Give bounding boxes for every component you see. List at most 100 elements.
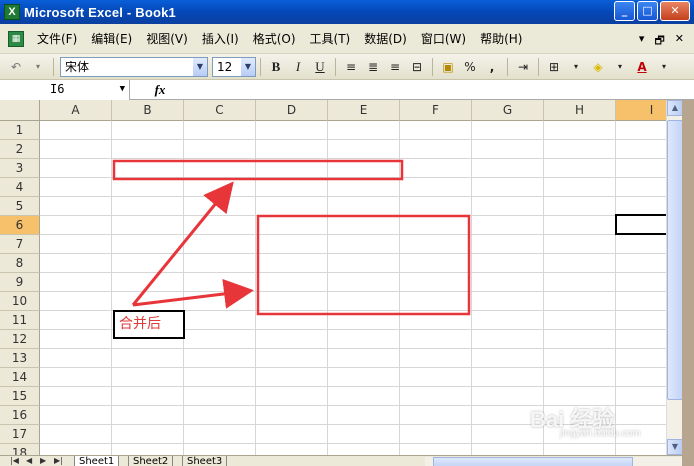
grid-row-line [40, 443, 666, 444]
menu-edit[interactable]: 编辑(E) [84, 29, 139, 49]
row-header-10[interactable]: 10 [0, 292, 40, 311]
row-header-8[interactable]: 8 [0, 254, 40, 273]
scroll-up-icon[interactable]: ▲ [667, 100, 683, 116]
column-header-f[interactable]: F [400, 100, 472, 121]
currency-icon[interactable]: ▣ [438, 57, 458, 77]
column-header-a[interactable]: A [40, 100, 112, 121]
select-all-corner[interactable] [0, 100, 40, 121]
row-header-9[interactable]: 9 [0, 273, 40, 292]
menu-window[interactable]: 窗口(W) [414, 29, 473, 49]
align-right-icon[interactable]: ≡ [385, 57, 405, 77]
row-header-16[interactable]: 16 [0, 406, 40, 425]
next-sheet-icon[interactable]: ▶ [40, 456, 46, 466]
row-header-18[interactable]: 18 [0, 444, 40, 455]
chevron-down-icon[interactable]: ▾ [610, 57, 630, 77]
name-box[interactable]: I6 ▼ [0, 79, 130, 100]
bold-button[interactable]: B [266, 57, 286, 77]
grid-row-line [40, 253, 666, 254]
row-header-14[interactable]: 14 [0, 368, 40, 387]
tab-sheet1[interactable]: Sheet1 [74, 456, 120, 466]
function-icon[interactable]: fx [130, 82, 190, 98]
tab-sheet3[interactable]: Sheet3 [182, 456, 228, 466]
scroll-down-icon[interactable]: ▼ [667, 439, 683, 455]
toolbar-separator [53, 57, 54, 76]
menu-format[interactable]: 格式(O) [246, 29, 303, 49]
row-header-17[interactable]: 17 [0, 425, 40, 444]
font-size-select[interactable]: 12 ▼ [212, 56, 256, 77]
row-header-7[interactable]: 7 [0, 235, 40, 254]
chevron-down-icon[interactable]: ▾ [566, 57, 586, 77]
row-header-15[interactable]: 15 [0, 387, 40, 406]
column-header-b[interactable]: B [112, 100, 184, 121]
horizontal-scroll-thumb[interactable] [433, 457, 633, 466]
row-header-13[interactable]: 13 [0, 349, 40, 368]
name-box-value: I6 [50, 81, 65, 96]
vertical-scrollbar[interactable]: ▲ ▼ [666, 100, 683, 455]
menu-help[interactable]: 帮助(H) [473, 29, 529, 49]
row-header-5[interactable]: 5 [0, 197, 40, 216]
tab-sheet2[interactable]: Sheet2 [128, 456, 174, 466]
row-header-1[interactable]: 1 [0, 121, 40, 140]
font-color-icon[interactable]: A [632, 57, 652, 77]
percent-button[interactable]: % [460, 57, 480, 77]
row-header-6[interactable]: 6 [0, 216, 40, 235]
row-header-2[interactable]: 2 [0, 140, 40, 159]
row-header-12[interactable]: 12 [0, 330, 40, 349]
grid-row-line [40, 272, 666, 273]
chevron-down-icon[interactable]: ▾ [654, 57, 674, 77]
column-header-d[interactable]: D [256, 100, 328, 121]
column-header-g[interactable]: G [472, 100, 544, 121]
row-header-3[interactable]: 3 [0, 159, 40, 178]
row-header-4[interactable]: 4 [0, 178, 40, 197]
vertical-scroll-thumb[interactable] [667, 120, 683, 400]
restore-icon[interactable]: 🗗 [654, 32, 664, 51]
menu-insert[interactable]: 插入(I) [195, 29, 246, 49]
align-left-icon[interactable]: ≡ [341, 57, 361, 77]
toolbar-separator [260, 57, 261, 76]
italic-button[interactable]: I [288, 57, 308, 77]
grid-row-line [40, 158, 666, 159]
sheet-tabs-bar: |◀ ◀ ▶ ▶| Sheet1 Sheet2 Sheet3 [0, 455, 682, 466]
column-header-e[interactable]: E [328, 100, 400, 121]
chevron-down-icon[interactable]: ▼ [241, 57, 255, 76]
borders-icon[interactable]: ⊞ [544, 57, 564, 77]
selected-cell-i6[interactable] [615, 214, 669, 235]
fill-color-icon[interactable]: ◈ [588, 57, 608, 77]
first-sheet-icon[interactable]: |◀ [10, 456, 19, 466]
menu-file[interactable]: 文件(F) [30, 29, 84, 49]
indent-icon[interactable]: ⇥ [513, 57, 533, 77]
undo-icon[interactable]: ↶ [6, 57, 26, 77]
minimize-button[interactable]: _ [614, 1, 635, 21]
merge-center-icon[interactable]: ⊟ [407, 57, 427, 77]
chevron-down-icon[interactable]: ▼ [120, 80, 125, 99]
undo-dropdown-icon[interactable]: ▾ [28, 57, 48, 77]
excel-icon[interactable]: X [4, 4, 20, 20]
font-name-select[interactable]: 宋体 ▼ [60, 56, 208, 77]
formula-input[interactable] [190, 80, 694, 100]
close-workbook-icon[interactable]: ✕ [675, 32, 684, 51]
workbook-icon[interactable]: ▦ [8, 30, 24, 47]
annotation-label: 合并后 [113, 310, 185, 339]
column-header-i[interactable]: I [616, 100, 666, 121]
menu-data[interactable]: 数据(D) [357, 29, 414, 49]
horizontal-scrollbar[interactable] [425, 457, 682, 466]
title-bar: X Microsoft Excel - Book1 _ □ ✕ [0, 0, 694, 24]
toolbar-separator [507, 57, 508, 76]
menu-view[interactable]: 视图(V) [139, 29, 195, 49]
last-sheet-icon[interactable]: ▶| [54, 456, 63, 466]
grid-row-line [40, 196, 666, 197]
close-button[interactable]: ✕ [660, 1, 690, 21]
column-header-h[interactable]: H [544, 100, 616, 121]
row-header-11[interactable]: 11 [0, 311, 40, 330]
align-center-icon[interactable]: ≣ [363, 57, 383, 77]
prev-sheet-icon[interactable]: ◀ [26, 456, 32, 466]
chevron-down-icon[interactable]: ▼ [193, 57, 207, 76]
underline-button[interactable]: U [310, 57, 330, 77]
chevron-down-icon[interactable]: ▾ [639, 32, 645, 51]
menu-tools[interactable]: 工具(T) [303, 29, 358, 49]
maximize-button[interactable]: □ [637, 1, 658, 21]
baidu-watermark-url: jingyan.baidu.com [560, 428, 641, 439]
comma-style-button[interactable]: , [482, 57, 502, 77]
toolbar-separator [335, 57, 336, 76]
column-header-c[interactable]: C [184, 100, 256, 121]
